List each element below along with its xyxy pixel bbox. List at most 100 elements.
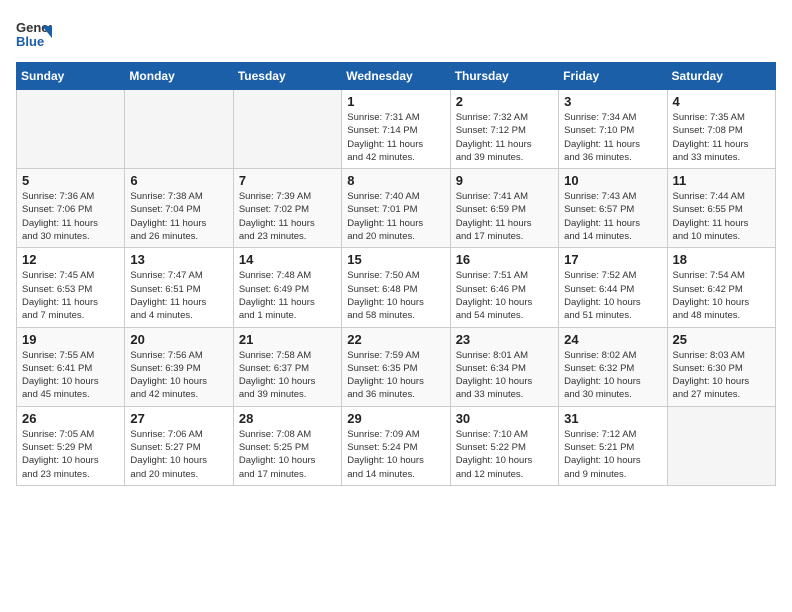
calendar-cell (125, 90, 233, 169)
logo-icon: General Blue (16, 16, 52, 52)
day-info: Sunrise: 7:50 AM Sunset: 6:48 PM Dayligh… (347, 269, 444, 322)
calendar-cell: 26 Sunrise: 7:05 AM Sunset: 5:29 PM Dayli… (17, 406, 125, 485)
day-info: Sunrise: 7:39 AM Sunset: 7:02 PM Dayligh… (239, 190, 336, 243)
day-info: Sunrise: 7:45 AM Sunset: 6:53 PM Dayligh… (22, 269, 119, 322)
day-info: Sunrise: 7:40 AM Sunset: 7:01 PM Dayligh… (347, 190, 444, 243)
day-info: Sunrise: 7:31 AM Sunset: 7:14 PM Dayligh… (347, 111, 444, 164)
calendar-cell: 5 Sunrise: 7:36 AM Sunset: 7:06 PM Daylig… (17, 169, 125, 248)
day-number: 4 (673, 94, 770, 109)
day-number: 13 (130, 252, 227, 267)
calendar-cell: 28 Sunrise: 7:08 AM Sunset: 5:25 PM Dayli… (233, 406, 341, 485)
day-number: 1 (347, 94, 444, 109)
calendar-cell: 18 Sunrise: 7:54 AM Sunset: 6:42 PM Dayli… (667, 248, 775, 327)
day-number: 28 (239, 411, 336, 426)
weekday-header-tuesday: Tuesday (233, 63, 341, 90)
day-info: Sunrise: 7:09 AM Sunset: 5:24 PM Dayligh… (347, 428, 444, 481)
day-number: 5 (22, 173, 119, 188)
calendar-cell: 30 Sunrise: 7:10 AM Sunset: 5:22 PM Dayli… (450, 406, 558, 485)
calendar-cell: 12 Sunrise: 7:45 AM Sunset: 6:53 PM Dayli… (17, 248, 125, 327)
calendar-cell: 29 Sunrise: 7:09 AM Sunset: 5:24 PM Dayli… (342, 406, 450, 485)
calendar-cell: 20 Sunrise: 7:56 AM Sunset: 6:39 PM Dayli… (125, 327, 233, 406)
logo: General Blue (16, 16, 52, 52)
day-info: Sunrise: 7:59 AM Sunset: 6:35 PM Dayligh… (347, 349, 444, 402)
calendar-table: SundayMondayTuesdayWednesdayThursdayFrid… (16, 62, 776, 486)
day-number: 19 (22, 332, 119, 347)
day-info: Sunrise: 8:03 AM Sunset: 6:30 PM Dayligh… (673, 349, 770, 402)
day-number: 15 (347, 252, 444, 267)
day-info: Sunrise: 7:48 AM Sunset: 6:49 PM Dayligh… (239, 269, 336, 322)
calendar-cell: 10 Sunrise: 7:43 AM Sunset: 6:57 PM Dayli… (559, 169, 667, 248)
calendar-week-3: 12 Sunrise: 7:45 AM Sunset: 6:53 PM Dayli… (17, 248, 776, 327)
calendar-week-2: 5 Sunrise: 7:36 AM Sunset: 7:06 PM Daylig… (17, 169, 776, 248)
calendar-cell: 8 Sunrise: 7:40 AM Sunset: 7:01 PM Daylig… (342, 169, 450, 248)
svg-text:Blue: Blue (16, 34, 44, 49)
weekday-header-friday: Friday (559, 63, 667, 90)
calendar-cell: 24Sunrise: 8:02 AM Sunset: 6:32 PM Dayli… (559, 327, 667, 406)
day-info: Sunrise: 7:51 AM Sunset: 6:46 PM Dayligh… (456, 269, 553, 322)
header: General Blue (16, 16, 776, 52)
calendar-cell: 14Sunrise: 7:48 AM Sunset: 6:49 PM Dayli… (233, 248, 341, 327)
day-info: Sunrise: 7:08 AM Sunset: 5:25 PM Dayligh… (239, 428, 336, 481)
day-info: Sunrise: 8:01 AM Sunset: 6:34 PM Dayligh… (456, 349, 553, 402)
day-info: Sunrise: 7:06 AM Sunset: 5:27 PM Dayligh… (130, 428, 227, 481)
day-info: Sunrise: 7:38 AM Sunset: 7:04 PM Dayligh… (130, 190, 227, 243)
day-info: Sunrise: 8:02 AM Sunset: 6:32 PM Dayligh… (564, 349, 661, 402)
calendar-cell: 2Sunrise: 7:32 AM Sunset: 7:12 PM Daylig… (450, 90, 558, 169)
calendar-week-1: 1 Sunrise: 7:31 AM Sunset: 7:14 PM Daylig… (17, 90, 776, 169)
day-number: 17 (564, 252, 661, 267)
day-number: 18 (673, 252, 770, 267)
weekday-header-monday: Monday (125, 63, 233, 90)
day-number: 3 (564, 94, 661, 109)
calendar-cell: 25 Sunrise: 8:03 AM Sunset: 6:30 PM Dayli… (667, 327, 775, 406)
day-number: 29 (347, 411, 444, 426)
calendar-cell: 13 Sunrise: 7:47 AM Sunset: 6:51 PM Dayli… (125, 248, 233, 327)
calendar-container: General Blue SundayMondayTuesdayWednesda… (0, 0, 792, 494)
calendar-cell: 21Sunrise: 7:58 AM Sunset: 6:37 PM Dayli… (233, 327, 341, 406)
calendar-cell: 27 Sunrise: 7:06 AM Sunset: 5:27 PM Dayli… (125, 406, 233, 485)
calendar-cell: 1 Sunrise: 7:31 AM Sunset: 7:14 PM Daylig… (342, 90, 450, 169)
day-info: Sunrise: 7:05 AM Sunset: 5:29 PM Dayligh… (22, 428, 119, 481)
calendar-cell: 11 Sunrise: 7:44 AM Sunset: 6:55 PM Dayli… (667, 169, 775, 248)
day-number: 12 (22, 252, 119, 267)
day-info: Sunrise: 7:43 AM Sunset: 6:57 PM Dayligh… (564, 190, 661, 243)
day-info: Sunrise: 7:32 AM Sunset: 7:12 PM Dayligh… (456, 111, 553, 164)
day-info: Sunrise: 7:55 AM Sunset: 6:41 PM Dayligh… (22, 349, 119, 402)
calendar-cell: 16 Sunrise: 7:51 AM Sunset: 6:46 PM Dayli… (450, 248, 558, 327)
calendar-cell: 22 Sunrise: 7:59 AM Sunset: 6:35 PM Dayli… (342, 327, 450, 406)
day-number: 11 (673, 173, 770, 188)
day-number: 26 (22, 411, 119, 426)
day-info: Sunrise: 7:47 AM Sunset: 6:51 PM Dayligh… (130, 269, 227, 322)
day-info: Sunrise: 7:44 AM Sunset: 6:55 PM Dayligh… (673, 190, 770, 243)
day-info: Sunrise: 7:52 AM Sunset: 6:44 PM Dayligh… (564, 269, 661, 322)
day-info: Sunrise: 7:54 AM Sunset: 6:42 PM Dayligh… (673, 269, 770, 322)
day-number: 20 (130, 332, 227, 347)
day-info: Sunrise: 7:41 AM Sunset: 6:59 PM Dayligh… (456, 190, 553, 243)
calendar-cell: 9Sunrise: 7:41 AM Sunset: 6:59 PM Daylig… (450, 169, 558, 248)
calendar-cell (17, 90, 125, 169)
day-number: 23 (456, 332, 553, 347)
day-number: 6 (130, 173, 227, 188)
calendar-week-5: 26 Sunrise: 7:05 AM Sunset: 5:29 PM Dayli… (17, 406, 776, 485)
calendar-cell: 19 Sunrise: 7:55 AM Sunset: 6:41 PM Dayli… (17, 327, 125, 406)
calendar-cell: 3Sunrise: 7:34 AM Sunset: 7:10 PM Daylig… (559, 90, 667, 169)
weekday-header-row: SundayMondayTuesdayWednesdayThursdayFrid… (17, 63, 776, 90)
day-number: 16 (456, 252, 553, 267)
day-info: Sunrise: 7:36 AM Sunset: 7:06 PM Dayligh… (22, 190, 119, 243)
day-number: 8 (347, 173, 444, 188)
calendar-cell (667, 406, 775, 485)
weekday-header-wednesday: Wednesday (342, 63, 450, 90)
day-info: Sunrise: 7:56 AM Sunset: 6:39 PM Dayligh… (130, 349, 227, 402)
day-number: 25 (673, 332, 770, 347)
day-number: 27 (130, 411, 227, 426)
day-info: Sunrise: 7:12 AM Sunset: 5:21 PM Dayligh… (564, 428, 661, 481)
day-number: 10 (564, 173, 661, 188)
day-info: Sunrise: 7:10 AM Sunset: 5:22 PM Dayligh… (456, 428, 553, 481)
day-number: 30 (456, 411, 553, 426)
weekday-header-thursday: Thursday (450, 63, 558, 90)
day-number: 22 (347, 332, 444, 347)
day-number: 21 (239, 332, 336, 347)
calendar-cell: 31Sunrise: 7:12 AM Sunset: 5:21 PM Dayli… (559, 406, 667, 485)
calendar-cell: 15 Sunrise: 7:50 AM Sunset: 6:48 PM Dayli… (342, 248, 450, 327)
calendar-cell: 17 Sunrise: 7:52 AM Sunset: 6:44 PM Dayli… (559, 248, 667, 327)
calendar-cell (233, 90, 341, 169)
